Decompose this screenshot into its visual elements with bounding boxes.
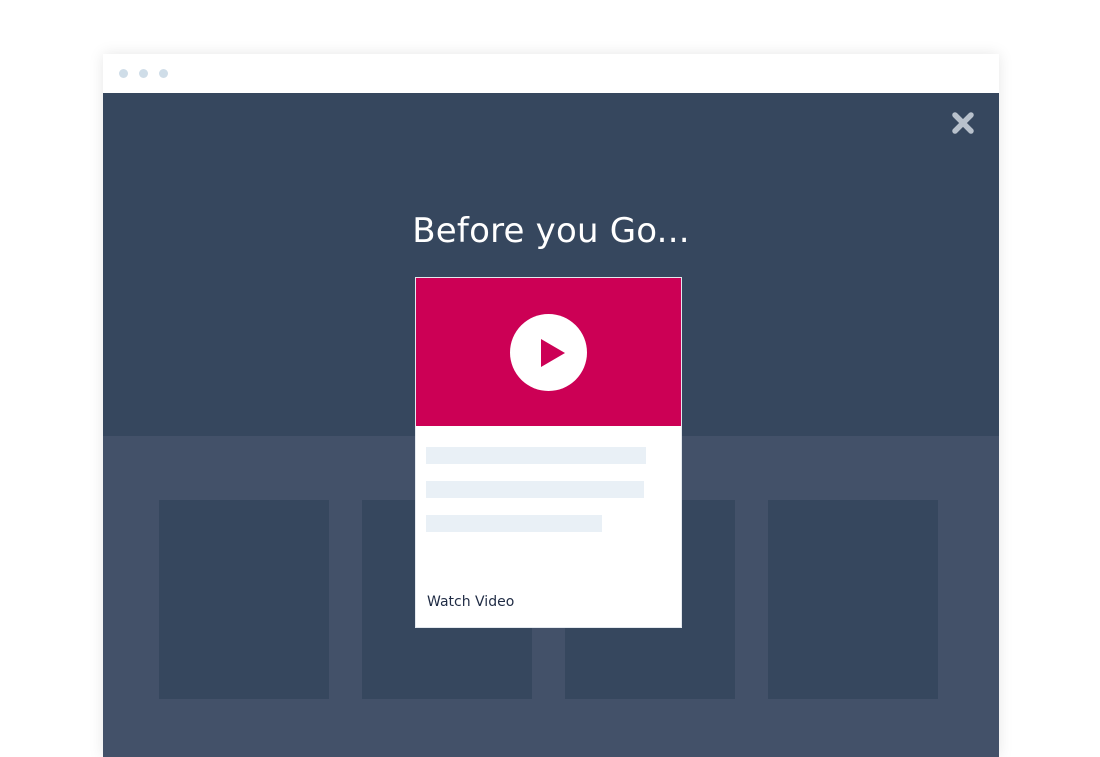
close-button[interactable]	[949, 109, 977, 137]
window-dot	[139, 69, 148, 78]
window-dot	[159, 69, 168, 78]
text-line-placeholder	[426, 481, 644, 498]
content-card-placeholder	[159, 500, 329, 699]
play-icon	[541, 339, 565, 367]
close-icon	[952, 112, 974, 134]
text-line-placeholder	[426, 447, 646, 464]
window-dot	[119, 69, 128, 78]
browser-window: Before you Go... Watch Video	[103, 54, 999, 757]
video-card: Watch Video	[415, 277, 682, 628]
video-thumbnail[interactable]	[416, 278, 681, 426]
page-viewport: Before you Go... Watch Video	[103, 93, 999, 757]
watch-video-link[interactable]: Watch Video	[427, 594, 514, 610]
browser-chrome	[103, 54, 999, 93]
play-button[interactable]	[510, 314, 587, 391]
content-card-placeholder	[768, 500, 938, 699]
text-line-placeholder	[426, 515, 602, 532]
popup-title: Before you Go...	[412, 211, 690, 251]
